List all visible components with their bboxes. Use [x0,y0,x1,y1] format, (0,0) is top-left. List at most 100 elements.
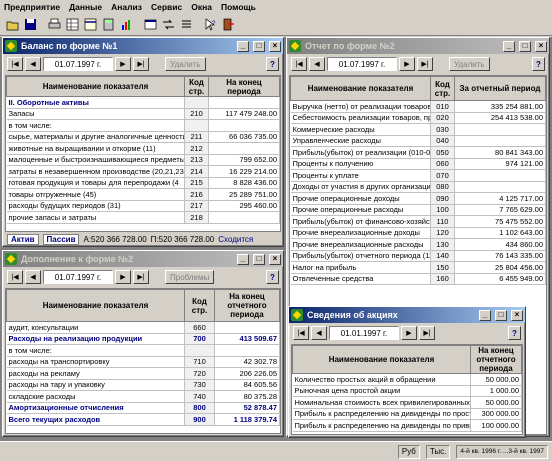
table-row[interactable]: Расходы на реализацию продукции 700 413 50… [6,333,280,345]
window-icon[interactable] [142,17,158,33]
table-row[interactable]: расходы на транспортировку 710 42 302.78 [6,356,280,368]
table-row[interactable]: расходы на тару и упаковку 730 84 605.56 [6,379,280,391]
table-row[interactable]: товары отгруженные (45) 216 25 289 751.00 [6,188,280,201]
close-button[interactable]: × [535,40,547,52]
table-row[interactable]: Проценты к получению 060 974 121.00 [290,158,546,170]
menu-item[interactable]: Анализ [111,2,142,12]
cell-val[interactable] [208,211,280,224]
cell-val[interactable]: 7 765 629.00 [454,204,546,216]
first-button[interactable]: |◀ [293,326,309,340]
delete-button[interactable]: Удалить [165,57,206,71]
cell-val[interactable]: 206 226.05 [214,367,280,380]
table-row[interactable]: Прочие операционные расходы 100 7 765 629.… [290,204,546,216]
next-button[interactable]: ▶ [399,57,415,71]
next-button[interactable]: ▶ [115,57,131,71]
next-button[interactable]: ▶ [115,270,131,284]
cell-val[interactable] [454,169,546,182]
table-row[interactable]: Проценты к уплате 070 [290,169,546,182]
table-row[interactable]: Прибыль(убыток) от реализации (010-020 05… [290,146,546,159]
help-pointer-icon[interactable]: ? [202,17,218,33]
cell-val[interactable] [208,142,280,155]
help-button[interactable]: ? [266,57,279,71]
table-row[interactable]: малоценные и быстроизнашивающиеся предме… [6,154,280,166]
cell-val[interactable] [454,135,546,147]
table-row[interactable]: Прибыль к распределению на дивиденды по … [292,419,522,432]
table-row[interactable]: Выручка (нетто) от реализации товаров, г… [290,100,546,113]
table-row[interactable]: в том числе: [6,344,280,357]
cell-val[interactable] [208,119,280,132]
table-row[interactable]: Управленческие расходы 040 [290,135,546,147]
last-button[interactable]: ▶| [419,326,435,340]
period-field[interactable]: 4-й кв. 1996 г. ...3-й кв. 1997 [456,444,548,459]
cell-val[interactable]: 4 125 717.00 [454,192,546,205]
cell-val[interactable]: 799 652.00 [208,154,280,166]
table-row[interactable]: складские расходы 740 80 375.28 [6,390,280,403]
cell-val[interactable]: 8 828 436.00 [208,177,280,189]
cell-val[interactable]: 84 605.56 [214,379,280,391]
cell-val[interactable]: 434 860.00 [454,238,546,251]
cell-val[interactable] [208,96,280,109]
table-row[interactable]: расходы на рекламу 720 206 226.05 [6,367,280,380]
cell-val[interactable]: 6 455 949.00 [454,273,546,285]
list-icon[interactable] [178,17,194,33]
table-row[interactable]: расходы будущих периодов (31) 217 295 460.… [6,200,280,212]
date-field[interactable]: 01.07.1997 г. [43,57,113,71]
cell-val[interactable]: 80 375.28 [214,390,280,403]
table-row[interactable]: Налог на прибыль 150 25 804 456.00 [290,261,546,274]
table-row[interactable]: Прочие операционные доходы 090 4 125 717.0… [290,192,546,205]
cell-val[interactable]: 295 460.00 [208,200,280,212]
last-button[interactable]: ▶| [417,57,433,71]
exit-icon[interactable] [220,17,236,33]
maximize-button[interactable]: □ [519,40,531,52]
cell-val[interactable]: 100 000.00 [470,419,522,432]
first-button[interactable]: |◀ [291,57,307,71]
minimize-button[interactable]: _ [479,309,491,321]
table-row[interactable]: прочие запасы и затраты 218 [6,211,280,224]
table-row[interactable]: II. Оборотные активы [6,96,280,109]
currency-field[interactable]: Руб [397,444,420,459]
maximize-button[interactable]: □ [253,40,265,52]
table-row[interactable]: Рыночная цена простой акции 1 000.00 [292,385,522,397]
cell-val[interactable]: 52 878.47 [214,402,280,414]
cell-val[interactable]: 25 289 751.00 [208,188,280,201]
minimize-button[interactable]: _ [237,40,249,52]
cell-val[interactable]: 300 000.00 [470,408,522,420]
cell-val[interactable]: 1 000.00 [470,385,522,397]
transfer-icon[interactable] [160,17,176,33]
table-row[interactable]: животные на выращивании и откорме (11) 21… [6,142,280,155]
cell-val[interactable]: 974 121.00 [454,158,546,170]
cell-val[interactable]: 16 229 214.00 [208,165,280,178]
menu-item[interactable]: Данные [69,2,102,12]
menu-item[interactable]: Сервис [151,2,182,12]
prev-button[interactable]: ◀ [25,270,41,284]
cell-val[interactable]: 80 841 343.00 [454,146,546,159]
table-row[interactable]: в том числе: [6,119,280,132]
tab-passive[interactable]: Пассив [42,233,80,245]
cell-val[interactable]: 335 254 881.00 [454,100,546,113]
cell-val[interactable]: 413 509.67 [214,333,280,345]
table-row[interactable]: Всего текущих расходов 900 1 118 379.74 [6,413,280,426]
table-icon[interactable] [82,17,98,33]
table-row[interactable]: аудит, консультации 660 [6,321,280,334]
date-field[interactable]: 01.01.1997 г. [329,326,399,340]
cell-val[interactable]: 1 102 643.00 [454,227,546,239]
maximize-button[interactable]: □ [253,253,265,265]
cell-val[interactable]: 1 118 379.74 [214,413,280,426]
save-icon[interactable] [22,17,38,33]
cell-val[interactable] [454,123,546,136]
table-row[interactable]: Доходы от участия в других организация 08… [290,181,546,193]
help-button[interactable]: ? [266,270,279,284]
maximize-button[interactable]: □ [495,309,507,321]
table-row[interactable]: Количество простых акций в обращении 50 0… [292,373,522,386]
problems-button[interactable]: Проблемы [165,270,215,284]
prev-button[interactable]: ◀ [25,57,41,71]
grid-icon[interactable] [64,17,80,33]
table-row[interactable]: Запасы 210 117 479 248.00 [6,108,280,120]
table-row[interactable]: сырье, материалы и другие аналогичные це… [6,131,280,143]
table-row[interactable]: Прочие внереализационные доходы 120 1 102 … [290,227,546,239]
cell-val[interactable] [214,321,280,334]
cell-val[interactable] [454,181,546,193]
table-row[interactable]: Отвлеченные средства 160 6 455 949.00 [290,273,546,285]
cell-val[interactable]: 75 475 552.00 [454,215,546,228]
close-button[interactable]: × [269,253,281,265]
